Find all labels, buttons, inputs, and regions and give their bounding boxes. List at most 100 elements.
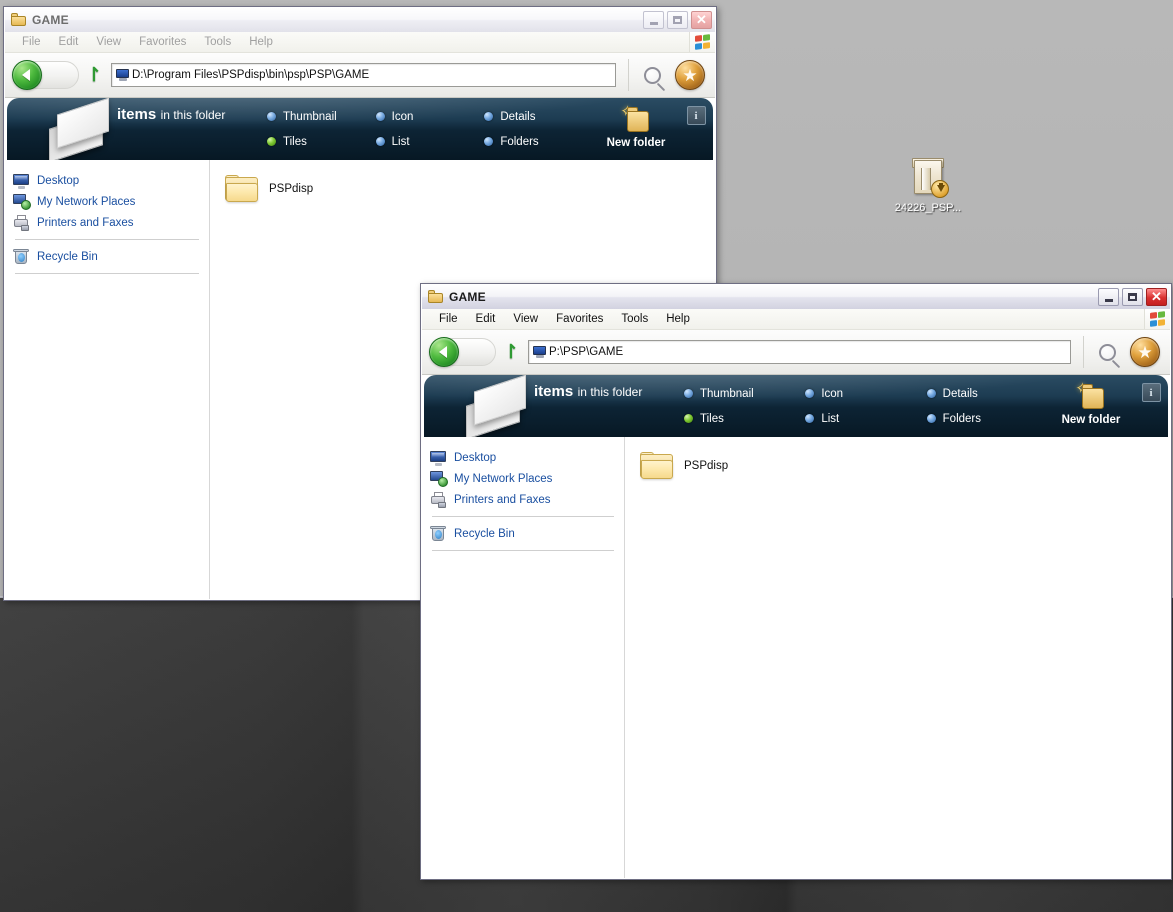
window-1-titlebar[interactable]: GAME ✕ — [5, 8, 715, 32]
radio-icon — [805, 389, 814, 398]
refresh-icon[interactable]: ↾ — [83, 61, 105, 89]
menu-file[interactable]: File — [430, 313, 467, 325]
view-option-list[interactable]: List — [805, 406, 926, 431]
new-folder-button[interactable]: ✧ New folder — [593, 98, 679, 160]
file-name: PSPdisp — [269, 183, 313, 195]
view-option-thumbnail[interactable]: Thumbnail — [267, 104, 376, 129]
close-icon: ✕ — [696, 13, 707, 26]
sidebar-item-label: Recycle Bin — [37, 251, 98, 263]
menu-favorites[interactable]: Favorites — [130, 36, 195, 48]
menu-help[interactable]: Help — [657, 313, 699, 325]
view-option-label: Details — [943, 388, 978, 400]
window-2-file-list[interactable]: PSPdisp — [625, 437, 1170, 878]
printer-icon — [430, 492, 448, 508]
maximize-button[interactable] — [667, 11, 688, 29]
sidebar-item-recycle-bin[interactable]: Recycle Bin — [13, 246, 201, 267]
radio-icon — [376, 112, 385, 121]
printer-icon — [13, 215, 31, 231]
recycle-bin-icon — [13, 249, 31, 265]
folder-icon — [11, 13, 27, 27]
list-item[interactable]: PSPdisp — [222, 172, 402, 206]
radio-icon — [805, 414, 814, 423]
view-option-label: List — [821, 413, 839, 425]
view-option-thumbnail[interactable]: Thumbnail — [684, 381, 805, 406]
view-option-label: List — [392, 136, 410, 148]
close-button[interactable]: ✕ — [691, 11, 712, 29]
search-button[interactable] — [1088, 333, 1126, 371]
info-button[interactable]: i — [1134, 375, 1168, 437]
new-folder-button[interactable]: ✧ New folder — [1048, 375, 1134, 437]
desktop-icon-label: 24226_PSP... — [880, 202, 976, 215]
window-2-menubar[interactable]: File Edit View Favorites Tools Help — [422, 309, 1170, 330]
sidebar-item-desktop[interactable]: Desktop — [430, 447, 616, 468]
stack-of-items-icon — [424, 375, 534, 437]
desktop-icon-archive[interactable]: 24226_PSP... — [880, 158, 976, 215]
sidebar-item-printers-and-faxes[interactable]: Printers and Faxes — [13, 212, 201, 233]
sidebar-divider — [15, 273, 199, 274]
window-2-titlebar[interactable]: GAME ✕ — [422, 285, 1170, 309]
back-button-group[interactable] — [428, 335, 500, 369]
menu-tools[interactable]: Tools — [612, 313, 657, 325]
new-folder-icon: ✧ — [619, 105, 653, 135]
recycle-bin-icon — [430, 526, 448, 542]
close-button[interactable]: ✕ — [1146, 288, 1167, 306]
view-option-icon[interactable]: Icon — [805, 381, 926, 406]
view-option-details[interactable]: Details — [484, 104, 593, 129]
window-1-view-options[interactable]: Thumbnail Icon Details Tiles List Folder… — [267, 98, 593, 160]
view-option-folders[interactable]: Folders — [927, 406, 1048, 431]
sidebar-item-my-network-places[interactable]: My Network Places — [430, 468, 616, 489]
menu-tools[interactable]: Tools — [195, 36, 240, 48]
info-button[interactable]: i — [679, 98, 713, 160]
sidebar-item-desktop[interactable]: Desktop — [13, 170, 201, 191]
radio-icon — [484, 137, 493, 146]
explorer-window-2[interactable]: GAME ✕ File Edit View Favorites Tools He… — [420, 283, 1172, 880]
minimize-button[interactable] — [1098, 288, 1119, 306]
view-option-list[interactable]: List — [376, 129, 485, 154]
search-button[interactable] — [633, 56, 671, 94]
menu-view[interactable]: View — [87, 36, 130, 48]
menu-edit[interactable]: Edit — [50, 36, 88, 48]
back-button-group[interactable] — [11, 58, 83, 92]
window-1-sidebar[interactable]: Desktop My Network Places Printers and F… — [5, 160, 210, 599]
refresh-icon[interactable]: ↾ — [500, 338, 522, 366]
address-bar[interactable]: P:\PSP\GAME — [528, 340, 1071, 364]
stack-of-items-icon — [7, 98, 117, 160]
window-1-controls[interactable]: ✕ — [643, 11, 712, 29]
view-option-folders[interactable]: Folders — [484, 129, 593, 154]
menu-file[interactable]: File — [13, 36, 50, 48]
window-1-info-band: items in this folder Thumbnail Icon Deta… — [7, 98, 713, 160]
sidebar-item-my-network-places[interactable]: My Network Places — [13, 191, 201, 212]
sidebar-item-recycle-bin[interactable]: Recycle Bin — [430, 523, 616, 544]
radio-icon — [684, 389, 693, 398]
view-option-label: Tiles — [700, 413, 724, 425]
window-2-controls[interactable]: ✕ — [1098, 288, 1167, 306]
computer-icon — [533, 346, 547, 358]
minimize-button[interactable] — [643, 11, 664, 29]
maximize-button[interactable] — [1122, 288, 1143, 306]
search-icon — [1099, 344, 1116, 361]
back-arrow-icon[interactable] — [429, 337, 459, 367]
item-count-line: items — [117, 106, 156, 123]
window-2-item-count: items in this folder — [534, 375, 684, 437]
favorites-button[interactable]: ★ — [1126, 333, 1164, 371]
menu-favorites[interactable]: Favorites — [547, 313, 612, 325]
window-2-view-options[interactable]: Thumbnail Icon Details Tiles List Folder… — [684, 375, 1048, 437]
favorites-star-icon: ★ — [1130, 337, 1160, 367]
back-arrow-icon[interactable] — [12, 60, 42, 90]
window-1-menubar[interactable]: File Edit View Favorites Tools Help — [5, 32, 715, 53]
menu-help[interactable]: Help — [240, 36, 282, 48]
view-option-tiles[interactable]: Tiles — [267, 129, 376, 154]
window-2-sidebar[interactable]: Desktop My Network Places Printers and F… — [422, 437, 625, 878]
view-option-tiles[interactable]: Tiles — [684, 406, 805, 431]
view-option-icon[interactable]: Icon — [376, 104, 485, 129]
list-item[interactable]: PSPdisp — [637, 449, 817, 483]
address-bar[interactable]: D:\Program Files\PSPdisp\bin\psp\PSP\GAM… — [111, 63, 616, 87]
sidebar-divider — [432, 516, 614, 517]
menu-view[interactable]: View — [504, 313, 547, 325]
window-1-navbar[interactable]: ↾ D:\Program Files\PSPdisp\bin\psp\PSP\G… — [5, 53, 715, 98]
window-2-navbar[interactable]: ↾ P:\PSP\GAME ★ — [422, 330, 1170, 375]
favorites-button[interactable]: ★ — [671, 56, 709, 94]
sidebar-item-printers-and-faxes[interactable]: Printers and Faxes — [430, 489, 616, 510]
menu-edit[interactable]: Edit — [467, 313, 505, 325]
view-option-details[interactable]: Details — [927, 381, 1048, 406]
